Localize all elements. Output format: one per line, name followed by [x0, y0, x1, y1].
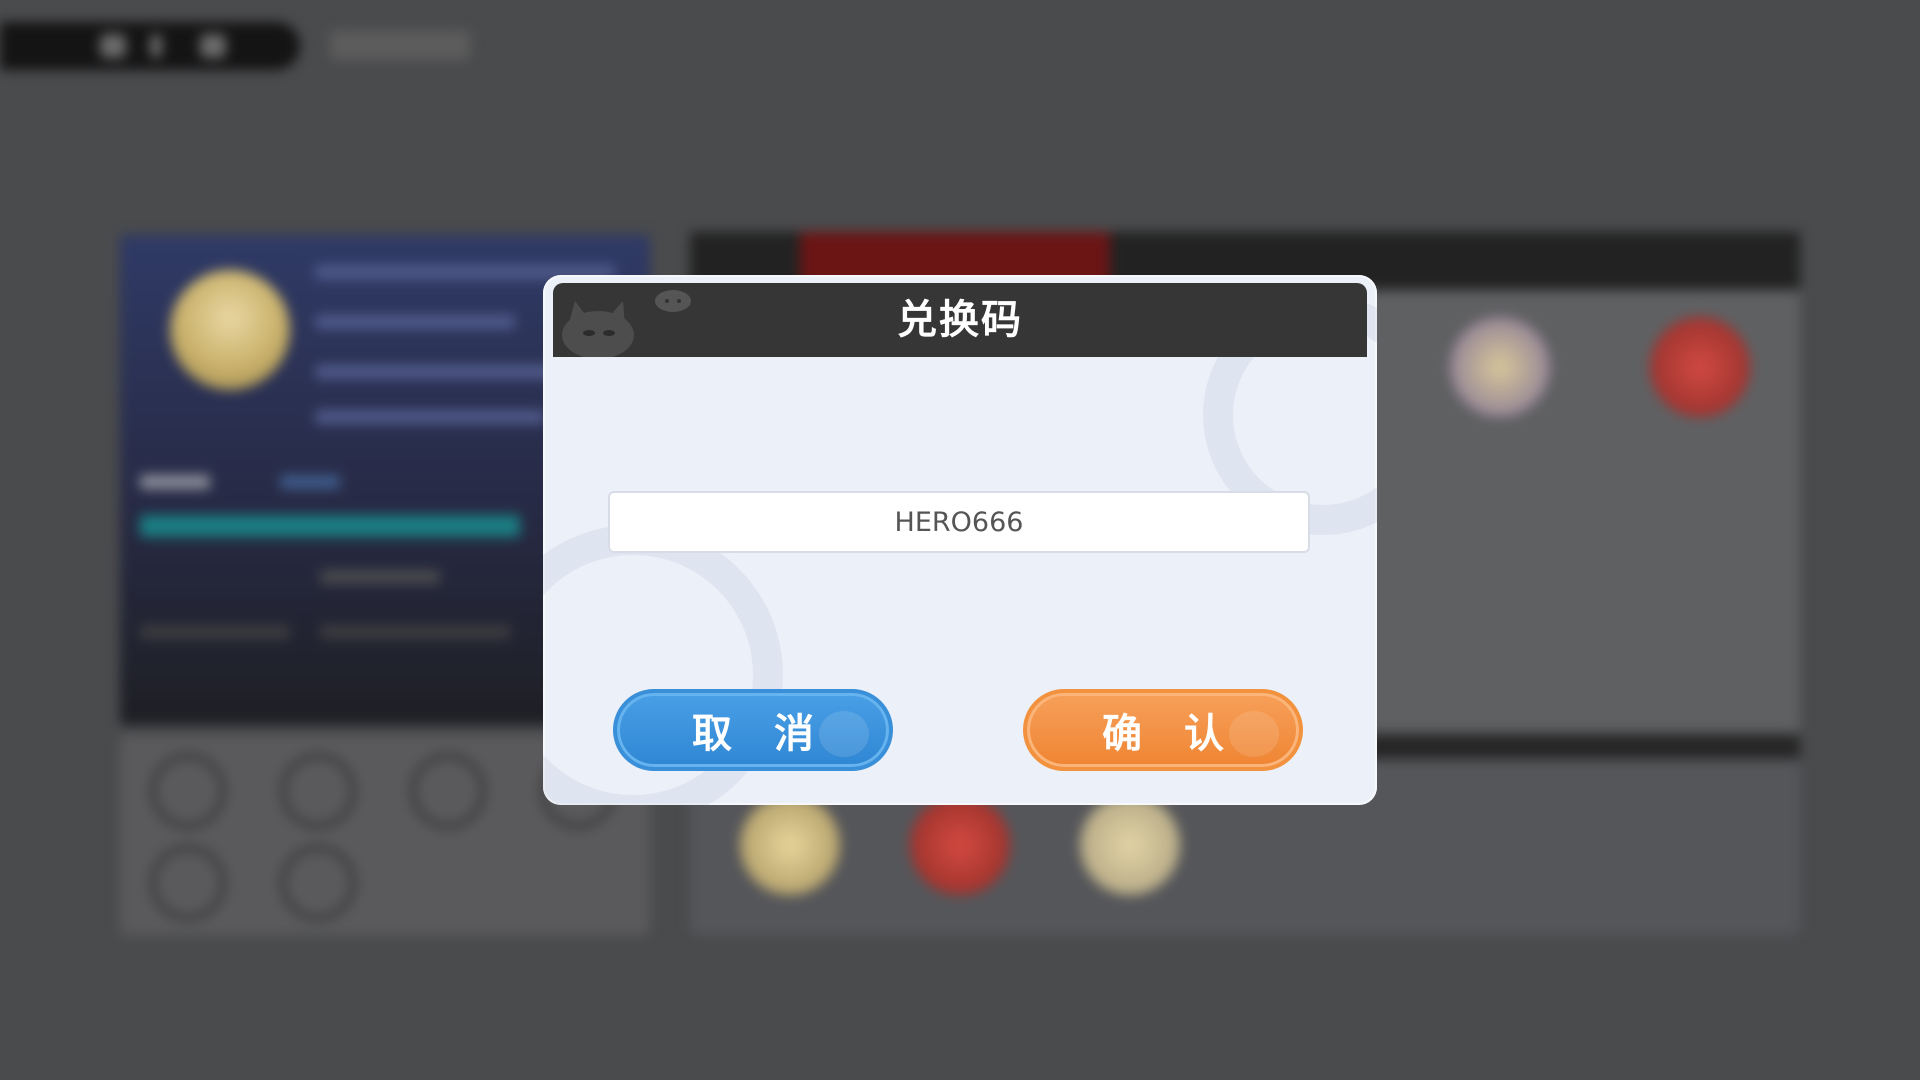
avatar — [170, 270, 290, 390]
dialog-header: 兑换码 — [553, 283, 1367, 357]
home-icon — [200, 34, 226, 58]
cancel-button[interactable]: 取 消 — [613, 689, 893, 771]
progress-bar — [140, 515, 520, 537]
confirm-button-label: 确 认 — [1102, 711, 1238, 757]
menu-icon — [100, 34, 126, 58]
dialog-title: 兑换码 — [897, 297, 1023, 343]
cancel-button-label: 取 消 — [692, 711, 828, 757]
top-menu-bar — [0, 22, 300, 70]
redeem-code-dialog: 兑换码 取 消 确 认 — [543, 275, 1377, 805]
confirm-button[interactable]: 确 认 — [1023, 689, 1303, 771]
redeem-code-input[interactable] — [608, 491, 1310, 553]
top-bar-title — [330, 30, 470, 60]
separator-icon — [150, 34, 162, 58]
